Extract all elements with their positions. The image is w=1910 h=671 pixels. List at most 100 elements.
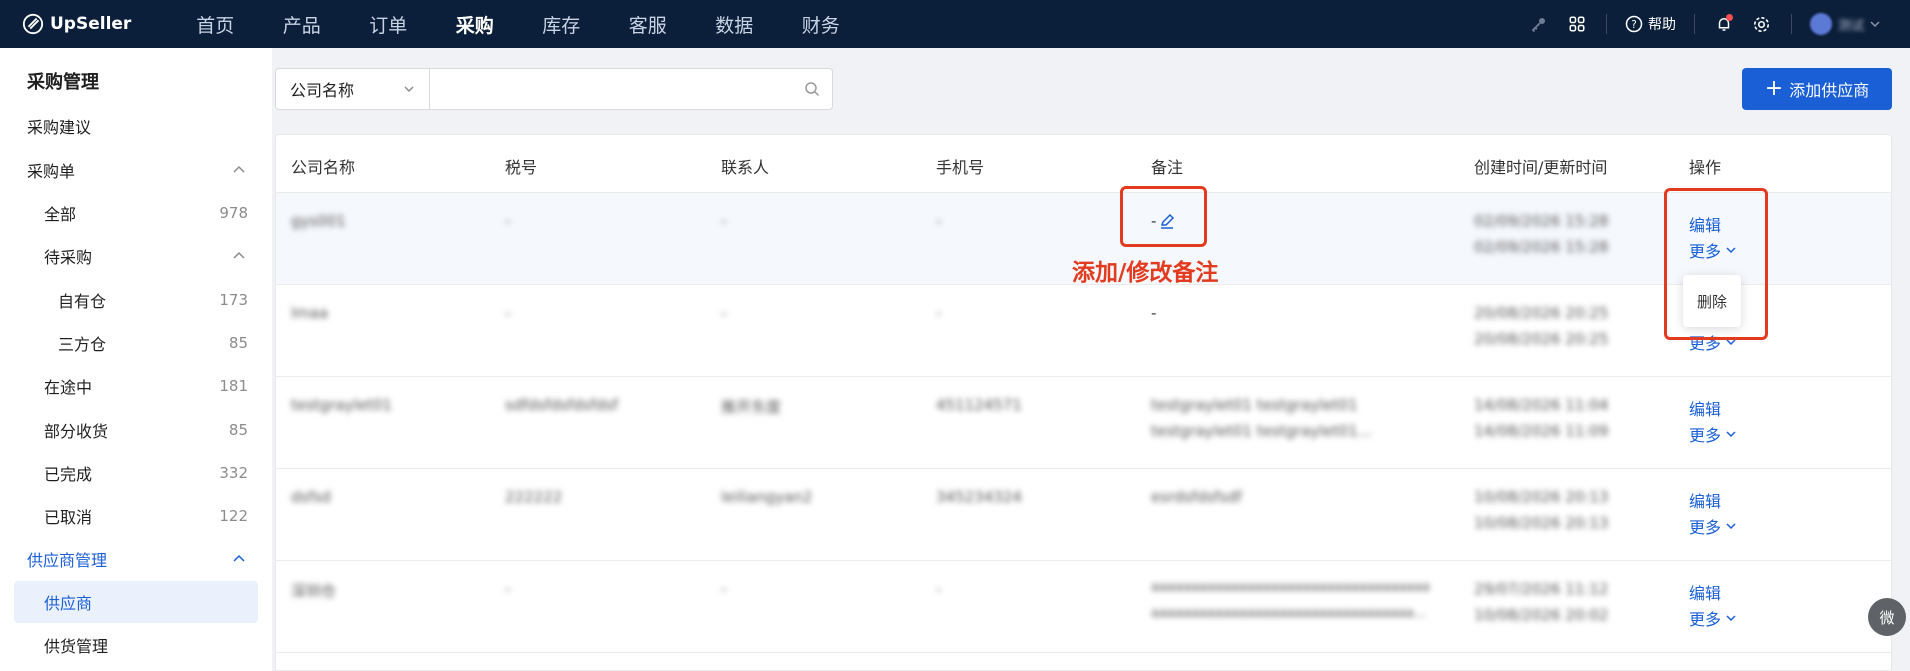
cell-phone: - bbox=[936, 212, 942, 230]
toolbar-divider-2 bbox=[1693, 14, 1695, 34]
search-field-select[interactable]: 公司名称 bbox=[276, 69, 430, 109]
chevron-up-icon bbox=[233, 251, 245, 259]
sidebar-item-label: 待采购 bbox=[44, 248, 93, 267]
sidebar-item-label: 供应商 bbox=[44, 594, 93, 613]
nav-item-purchase[interactable]: 采购 bbox=[432, 11, 519, 38]
cell-updated-time: 14/08/2026 11:09 bbox=[1474, 422, 1609, 440]
main-nav: 首页 产品 订单 采购 库存 客服 数据 财务 bbox=[172, 11, 864, 38]
cell-company: 深圳仓 bbox=[291, 582, 337, 600]
column-header-contact: 联系人 bbox=[721, 158, 770, 177]
sidebar-item-suppliers[interactable]: 供应商 bbox=[14, 581, 258, 623]
sidebar-item-count: 978 bbox=[219, 204, 248, 222]
supplier-table: 公司名称 税号 联系人 手机号 备注 创建时间/更新时间 操作 gys001 -… bbox=[275, 134, 1892, 671]
sidebar-item-count: 332 bbox=[219, 464, 248, 482]
column-header-phone: 手机号 bbox=[936, 158, 985, 177]
top-right-tools: ? 帮助 测试 bbox=[1520, 0, 1910, 48]
app-logo[interactable]: UpSeller bbox=[22, 13, 172, 35]
cell-updated-time: 10/08/2026 20:02 bbox=[1474, 606, 1609, 624]
toolbar-divider-3 bbox=[1790, 14, 1792, 34]
table-row: lmaa - - - - 20/08/2026 20:25 20/08/2026… bbox=[276, 285, 1891, 377]
nav-item-products[interactable]: 产品 bbox=[259, 11, 346, 38]
sidebar-item-purchase-orders[interactable]: 采购单 bbox=[0, 149, 272, 191]
nav-item-inventory[interactable]: 库存 bbox=[518, 11, 605, 38]
cell-updated-time: 02/09/2026 15:28 bbox=[1474, 238, 1609, 256]
sidebar-item-own-warehouse[interactable]: 自有仓 173 bbox=[0, 279, 272, 321]
key-icon[interactable] bbox=[1528, 13, 1550, 35]
cell-tax-id: sdfdsfdsfdsfdsf bbox=[505, 396, 619, 414]
nav-item-customer-service[interactable]: 客服 bbox=[605, 11, 692, 38]
notification-dot bbox=[1725, 14, 1733, 21]
avatar bbox=[1809, 13, 1832, 35]
search-bar: 公司名称 bbox=[275, 68, 833, 110]
sidebar-item-label: 在途中 bbox=[44, 378, 93, 397]
cell-remark: aaaaaaaaaaaaaaaaaaaaaaaaaaaaaaaaaaa bbox=[1151, 580, 1430, 595]
sidebar-item-count: 85 bbox=[228, 421, 248, 439]
cell-remark: esrdsfdsfsdf bbox=[1151, 488, 1242, 506]
cell-created-time: 14/08/2026 11:04 bbox=[1474, 396, 1609, 414]
sidebar-item-label: 采购建议 bbox=[27, 118, 92, 137]
sidebar-item-purchase-suggestions[interactable]: 采购建议 bbox=[0, 105, 272, 147]
help-icon: ? bbox=[1625, 15, 1643, 33]
user-menu[interactable]: 测试 bbox=[1809, 13, 1880, 35]
add-supplier-button[interactable]: + 添加供应商 bbox=[1742, 68, 1892, 110]
column-header-actions: 操作 bbox=[1689, 158, 1722, 177]
cell-tax-id: - bbox=[505, 212, 511, 230]
nav-item-finance[interactable]: 财务 bbox=[778, 11, 865, 38]
sidebar-title: 采购管理 bbox=[27, 72, 99, 93]
nav-item-orders[interactable]: 订单 bbox=[345, 11, 432, 38]
sidebar-item-supply-management[interactable]: 供货管理 bbox=[0, 624, 272, 666]
nav-item-home[interactable]: 首页 bbox=[172, 11, 259, 38]
column-header-remark: 备注 bbox=[1151, 158, 1184, 177]
table-row: 深圳仓 - - - aaaaaaaaaaaaaaaaaaaaaaaaaaaaaa… bbox=[276, 561, 1891, 653]
more-actions-dropdown[interactable]: 更多 bbox=[1689, 606, 1736, 630]
search-input[interactable] bbox=[430, 69, 792, 109]
sidebar-item-label: 已完成 bbox=[44, 465, 93, 484]
edit-link[interactable]: 编辑 bbox=[1689, 580, 1721, 604]
sidebar-item-cancelled[interactable]: 已取消 122 bbox=[0, 495, 272, 537]
help-button[interactable]: ? 帮助 bbox=[1625, 14, 1676, 34]
settings-gear-icon[interactable] bbox=[1751, 13, 1773, 35]
more-actions-dropdown[interactable]: 更多 bbox=[1689, 422, 1736, 446]
sidebar-item-pending[interactable]: 待采购 bbox=[0, 235, 272, 277]
cell-contact: 推开东度 bbox=[721, 398, 782, 416]
column-header-tax-id: 税号 bbox=[505, 158, 538, 177]
sidebar-item-completed[interactable]: 已完成 332 bbox=[0, 452, 272, 494]
cell-company: gys001 bbox=[291, 212, 346, 230]
notification-bell-icon[interactable] bbox=[1713, 13, 1735, 35]
edit-link[interactable]: 编辑 bbox=[1689, 488, 1721, 512]
cell-remark: testgraylet01 testgraylet01 bbox=[1151, 396, 1358, 414]
cell-remark: - bbox=[1151, 304, 1157, 322]
cell-created-time: 10/08/2026 20:13 bbox=[1474, 488, 1609, 506]
add-supplier-label: 添加供应商 bbox=[1789, 81, 1870, 100]
more-actions-dropdown[interactable]: 更多 bbox=[1689, 514, 1736, 538]
floating-chat-button[interactable]: 微 bbox=[1868, 598, 1906, 636]
annotation-label: 添加/修改备注 bbox=[1072, 260, 1219, 286]
search-icon[interactable] bbox=[792, 69, 832, 109]
nav-item-data[interactable]: 数据 bbox=[691, 11, 778, 38]
table-row: dsfsd 222222 leiliangyan2 345234324 esrd… bbox=[276, 469, 1891, 561]
sidebar-item-label: 供货管理 bbox=[44, 637, 109, 656]
cell-phone: - bbox=[936, 580, 942, 598]
sidebar-item-count: 173 bbox=[219, 291, 248, 309]
sidebar-item-in-transit[interactable]: 在途中 181 bbox=[0, 365, 272, 407]
sidebar-item-supplier-management[interactable]: 供应商管理 bbox=[0, 538, 272, 580]
chevron-down-icon bbox=[1726, 523, 1736, 530]
apps-grid-icon[interactable] bbox=[1566, 13, 1588, 35]
sidebar: 采购管理 采购建议 采购单 全部 978 待采购 自有仓 173 三方仓 85 … bbox=[0, 48, 272, 671]
cell-remark-line2: testgraylet01 testgraylet01... bbox=[1151, 422, 1372, 440]
cell-contact: - bbox=[721, 580, 727, 598]
cell-phone: 345234324 bbox=[936, 488, 1022, 506]
chevron-down-icon bbox=[1726, 615, 1736, 622]
table-header: 公司名称 税号 联系人 手机号 备注 创建时间/更新时间 操作 bbox=[276, 135, 1891, 193]
chevron-up-icon bbox=[233, 554, 245, 562]
edit-link[interactable]: 编辑 bbox=[1689, 396, 1721, 420]
plus-icon: + bbox=[1764, 76, 1784, 101]
cell-updated-time: 10/08/2026 20:13 bbox=[1474, 514, 1609, 532]
sidebar-item-third-party-warehouse[interactable]: 三方仓 85 bbox=[0, 322, 272, 364]
sidebar-item-label: 部分收货 bbox=[44, 422, 109, 441]
cell-contact: leiliangyan2 bbox=[721, 488, 813, 506]
sidebar-item-all[interactable]: 全部 978 bbox=[0, 192, 272, 234]
column-header-company: 公司名称 bbox=[291, 158, 356, 177]
sidebar-item-partially-received[interactable]: 部分收货 85 bbox=[0, 409, 272, 451]
sidebar-item-count: 85 bbox=[228, 334, 248, 352]
